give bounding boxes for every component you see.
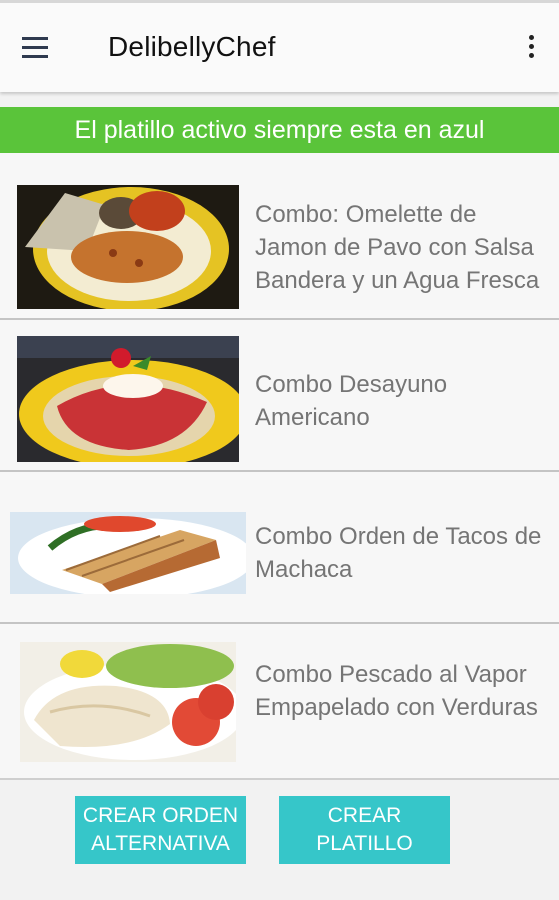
dish-name: Combo Pescado al Vapor Empapelado con Ve… (255, 661, 538, 721)
dish-thumbnail (10, 512, 246, 594)
dish-item[interactable]: Combo Desayuno Americano (0, 320, 559, 472)
dish-item[interactable]: Combo: Omelette de Jamon de Pavo con Sal… (0, 168, 559, 320)
dish-name: Combo Desayuno Americano (255, 371, 448, 431)
create-alternative-order-button[interactable]: CREAR ORDEN ALTERNATIVA (75, 796, 246, 864)
info-banner: El platillo activo siempre esta en azul (0, 107, 559, 153)
dish-thumbnail (17, 185, 239, 309)
divider (0, 778, 559, 780)
app-bar: DelibellyChef (0, 0, 559, 92)
dish-name: Combo Orden de Tacos de Machaca (255, 523, 542, 583)
hamburger-icon[interactable] (22, 37, 48, 61)
create-dish-button[interactable]: CREAR PLATILLO (279, 796, 450, 864)
more-vert-icon[interactable] (525, 35, 537, 65)
dish-name: Combo: Omelette de Jamon de Pavo con Sal… (255, 201, 540, 294)
app-title: DelibellyChef (108, 31, 276, 62)
dish-list[interactable]: Combo: Omelette de Jamon de Pavo con Sal… (0, 153, 559, 778)
dish-item[interactable]: Combo Orden de Tacos de Machaca (0, 472, 559, 624)
dish-thumbnail (20, 642, 236, 762)
dish-thumbnail (17, 336, 239, 462)
dish-item[interactable]: Combo Pescado al Vapor Empapelado con Ve… (0, 624, 559, 778)
